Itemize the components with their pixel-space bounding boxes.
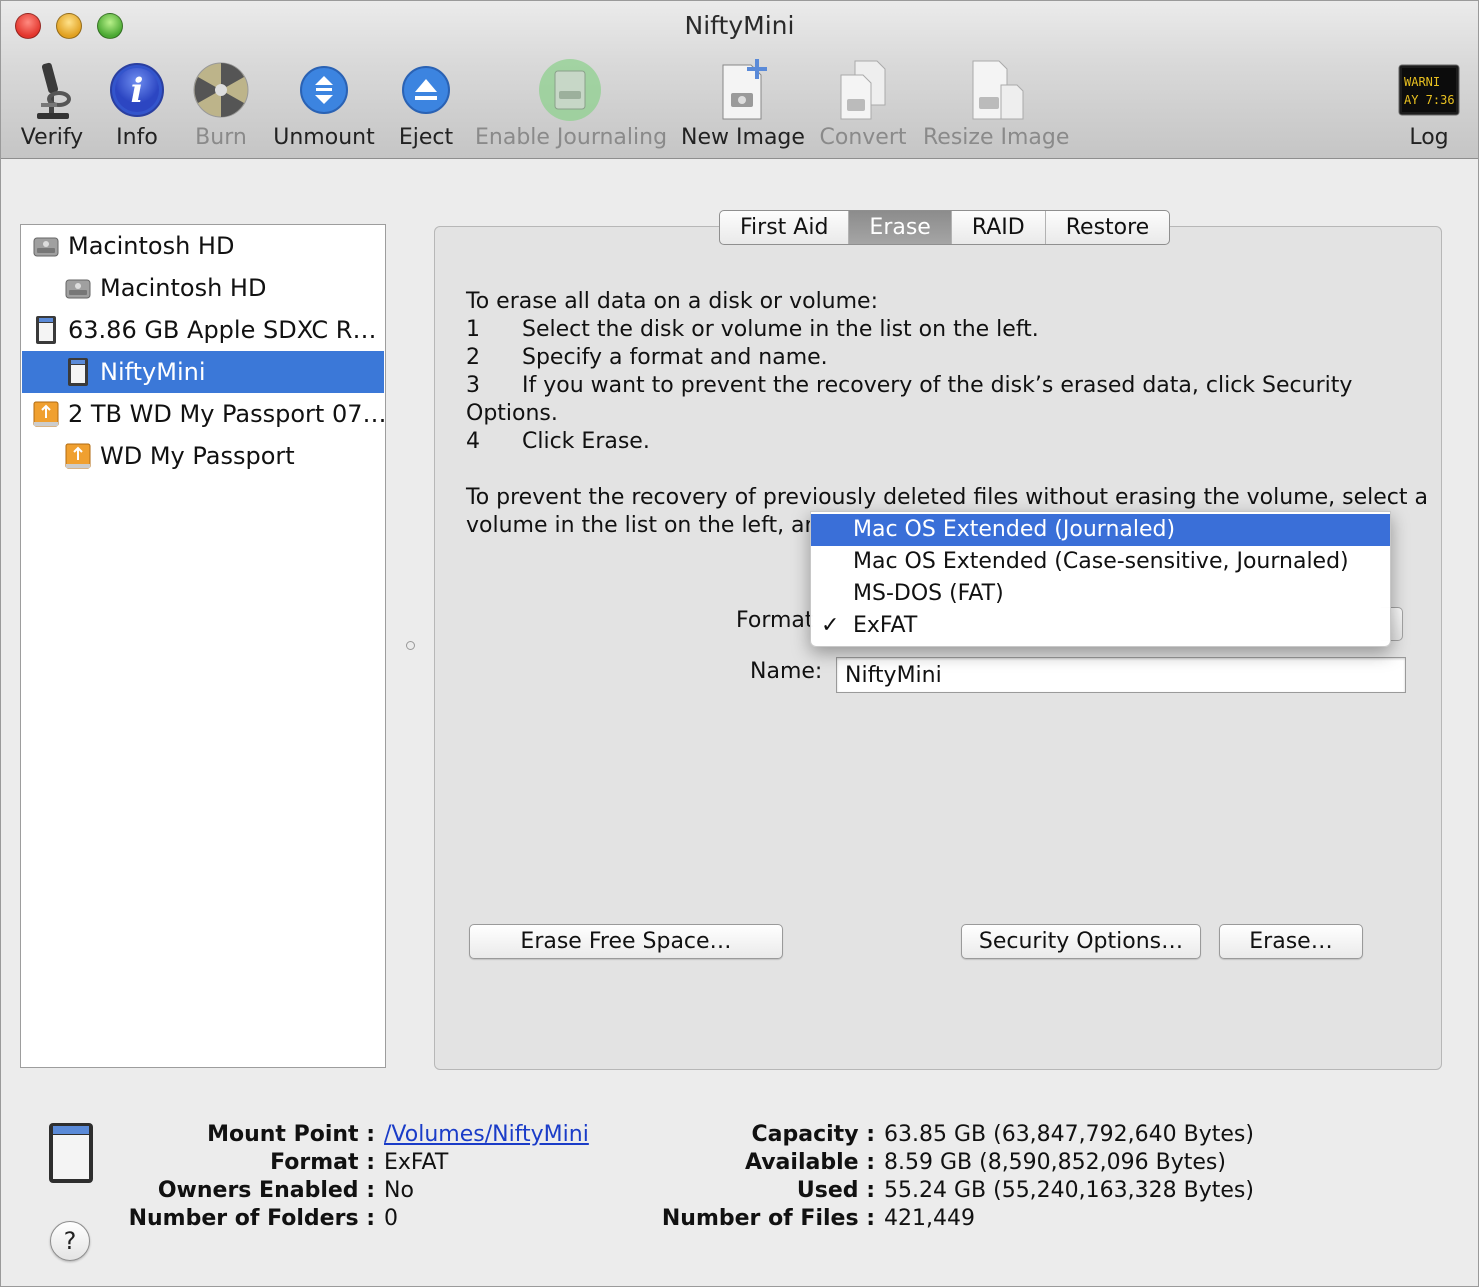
number-of-files-label: Number of Files : xyxy=(661,1206,875,1231)
eject-label: Eject xyxy=(398,125,454,150)
security-options-button[interactable]: Security Options… xyxy=(961,924,1201,959)
split-view-handle[interactable] xyxy=(406,641,415,650)
used-label: Used : xyxy=(796,1178,875,1203)
used-value: 55.24 GB (55,240,163,328 Bytes) xyxy=(884,1178,1254,1203)
tab-bar: First Aid Erase RAID Restore xyxy=(719,210,1171,245)
number-of-folders-value: 0 xyxy=(384,1206,398,1231)
tab-first-aid[interactable]: First Aid xyxy=(720,211,850,244)
sidebar-item-label: Macintosh HD xyxy=(68,232,235,260)
eject-button[interactable]: Eject xyxy=(397,57,455,150)
info-label: Info xyxy=(116,125,158,150)
info-button[interactable]: i Info xyxy=(107,57,167,150)
sidebar-item-niftymini[interactable]: NiftyMini xyxy=(22,351,384,393)
new-image-icon xyxy=(681,57,805,123)
name-label: Name: xyxy=(750,659,823,684)
enable-journaling-button[interactable]: Enable Journaling xyxy=(475,57,668,150)
instruction-step: 3 If you want to prevent the recovery of … xyxy=(466,373,1353,398)
format-option[interactable]: Mac OS Extended (Journaled) xyxy=(811,514,1390,546)
tab-erase[interactable]: Erase xyxy=(849,211,952,244)
enable-journaling-label: Enable Journaling xyxy=(475,125,668,150)
checkmark-icon: ✓ xyxy=(821,613,840,638)
number-of-files-value: 421,449 xyxy=(884,1206,975,1231)
capacity-label: Capacity : xyxy=(751,1122,875,1147)
selected-disk-icon xyxy=(47,1121,95,1189)
new-image-button[interactable]: New Image xyxy=(681,57,805,150)
sidebar-item-macintosh-hd-volume[interactable]: Macintosh HD xyxy=(22,267,384,309)
name-field[interactable] xyxy=(836,657,1406,693)
available-value: 8.59 GB (8,590,852,096 Bytes) xyxy=(884,1150,1226,1175)
erase-free-space-note: To prevent the recovery of previously de… xyxy=(466,485,1428,510)
owners-enabled-value: No xyxy=(384,1178,414,1203)
sidebar-item-label: 63.86 GB Apple SDXC R… xyxy=(68,316,377,344)
verify-button[interactable]: Verify xyxy=(19,57,85,150)
format-option[interactable]: MS-DOS (FAT) xyxy=(811,578,1390,610)
instruction-step: 4 Click Erase. xyxy=(466,429,650,454)
usb-drive-icon xyxy=(64,441,92,471)
instruction-step: 1 Select the disk or volume in the list o… xyxy=(466,317,1039,342)
owners-enabled-label: Owners Enabled : xyxy=(157,1178,375,1203)
sidebar-item-label: NiftyMini xyxy=(100,358,206,386)
burn-label: Burn xyxy=(195,125,247,150)
format-option[interactable]: Mac OS Extended (Case-sensitive, Journal… xyxy=(811,546,1390,578)
erase-button[interactable]: Erase… xyxy=(1219,924,1363,959)
sidebar-item-label: Macintosh HD xyxy=(100,274,267,302)
unmount-icon xyxy=(273,57,375,123)
log-console-icon: WARNI AY 7:36 xyxy=(1397,57,1461,123)
info-icon: i xyxy=(107,57,167,123)
capacity-value: 63.85 GB (63,847,792,640 Bytes) xyxy=(884,1122,1254,1147)
tab-restore[interactable]: Restore xyxy=(1046,211,1169,244)
resize-image-icon xyxy=(923,57,1069,123)
hard-disk-icon xyxy=(64,273,92,303)
burn-button[interactable]: Burn xyxy=(189,57,253,150)
sidebar-item-sd-card[interactable]: 63.86 GB Apple SDXC R… xyxy=(22,309,384,351)
usb-drive-icon xyxy=(32,399,60,429)
mount-point-label: Mount Point : xyxy=(207,1122,375,1147)
instruction-step: 2 Specify a format and name. xyxy=(466,345,828,370)
svg-text:WARNI: WARNI xyxy=(1404,75,1440,89)
svg-text:AY 7:36: AY 7:36 xyxy=(1404,93,1455,107)
erase-free-space-note-2: volume in the list on the left, an xyxy=(466,513,819,538)
window-title: NiftyMini xyxy=(684,11,795,40)
log-button[interactable]: WARNI AY 7:36 Log xyxy=(1397,57,1461,150)
sidebar-item-wd-passport-disk[interactable]: 2 TB WD My Passport 07… xyxy=(22,393,384,435)
convert-label: Convert xyxy=(819,125,907,150)
title-toolbar: NiftyMini Verify i Info Burn Unmount Eje… xyxy=(1,1,1478,159)
unmount-label: Unmount xyxy=(273,125,375,150)
unmount-button[interactable]: Unmount xyxy=(273,57,375,150)
help-button[interactable]: ? xyxy=(50,1221,90,1261)
convert-button[interactable]: Convert xyxy=(819,57,907,150)
hard-disk-icon xyxy=(32,231,60,261)
burn-icon xyxy=(189,57,253,123)
microscope-icon xyxy=(19,57,85,123)
sd-card-icon xyxy=(32,315,60,345)
disk-utility-window: NiftyMini Verify i Info Burn Unmount Eje… xyxy=(0,0,1479,1287)
format-dropdown-menu[interactable]: Mac OS Extended (Journaled) Mac OS Exten… xyxy=(810,511,1391,647)
instruction-step-continued: Options. xyxy=(466,401,558,426)
format-option-selected[interactable]: ✓ ExFAT xyxy=(811,610,1390,642)
format-label: Format xyxy=(736,608,814,633)
mount-point-link[interactable]: /Volumes/NiftyMini xyxy=(384,1122,589,1147)
instructions-heading: To erase all data on a disk or volume: xyxy=(466,289,879,314)
journaling-icon xyxy=(475,57,665,123)
format-info-value: ExFAT xyxy=(384,1150,449,1175)
sidebar-item-wd-passport-volume[interactable]: WD My Passport xyxy=(22,435,384,477)
sidebar-item-label: 2 TB WD My Passport 07… xyxy=(68,400,384,428)
disk-list-sidebar[interactable]: Macintosh HD Macintosh HD 63.86 GB Apple… xyxy=(20,224,386,1068)
tab-raid[interactable]: RAID xyxy=(952,211,1046,244)
resize-image-label: Resize Image xyxy=(923,125,1070,150)
erase-free-space-button[interactable]: Erase Free Space… xyxy=(469,924,783,959)
format-info-label: Format : xyxy=(270,1150,375,1175)
sidebar-item-macintosh-hd-disk[interactable]: Macintosh HD xyxy=(22,225,384,267)
resize-image-button[interactable]: Resize Image xyxy=(923,57,1069,150)
available-label: Available : xyxy=(744,1150,875,1175)
log-label: Log xyxy=(1409,125,1449,150)
sd-card-icon xyxy=(64,357,92,387)
convert-icon xyxy=(819,57,907,123)
new-image-label: New Image xyxy=(681,125,805,150)
verify-label: Verify xyxy=(20,125,84,150)
number-of-folders-label: Number of Folders : xyxy=(128,1206,375,1231)
sidebar-item-label: WD My Passport xyxy=(100,442,295,470)
eject-icon xyxy=(397,57,455,123)
svg-text:i: i xyxy=(131,71,144,111)
